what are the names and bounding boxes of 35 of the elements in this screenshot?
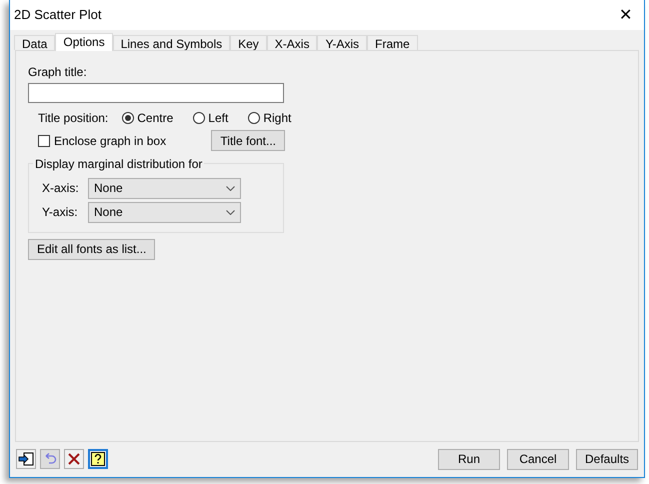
toolbar-button[interactable]: [16, 449, 36, 470]
field-label: Graph title:: [28, 64, 87, 79]
dropdown[interactable]: None: [88, 178, 241, 199]
tab[interactable]: Lines and Symbols: [112, 34, 230, 50]
tab[interactable]: Data: [14, 34, 56, 50]
action-button[interactable]: Cancel: [507, 448, 569, 470]
toolbar-button[interactable]: [88, 449, 108, 470]
tab[interactable]: Options: [55, 32, 113, 51]
window-title: 2D Scatter Plot: [14, 7, 102, 22]
graph-title-field[interactable]: [28, 82, 284, 103]
dropdown[interactable]: None: [88, 202, 241, 223]
tab[interactable]: Key: [230, 34, 267, 50]
chevron-icon: [226, 186, 235, 191]
field-label: Y-axis:: [42, 205, 79, 220]
tab[interactable]: X-Axis: [266, 34, 318, 50]
tab[interactable]: Frame: [367, 34, 418, 50]
group-label: Display marginal distribution for: [34, 156, 204, 171]
undo-icon: [43, 453, 57, 466]
close-button[interactable]: ✕: [613, 4, 638, 25]
field-label: X-axis:: [42, 181, 80, 196]
radio-button[interactable]: Left: [193, 110, 228, 125]
action-button[interactable]: Run: [438, 448, 500, 470]
tab[interactable]: Y-Axis: [317, 34, 368, 50]
title-font-button[interactable]: Title font...: [211, 130, 285, 152]
radio-button[interactable]: Centre: [122, 110, 174, 125]
edit-fonts-button[interactable]: Edit all fonts as list...: [28, 238, 156, 260]
action-button[interactable]: Defaults: [576, 448, 638, 470]
exit-icon: [18, 452, 34, 466]
chevron-icon: [226, 210, 235, 215]
radio-button[interactable]: Right: [248, 110, 292, 125]
field-label: Title position:: [38, 110, 108, 125]
help-icon: [91, 452, 105, 466]
close-icon: [68, 453, 80, 466]
toolbar-button[interactable]: [64, 449, 84, 470]
checkbox[interactable]: Enclose graph in box: [38, 134, 166, 148]
